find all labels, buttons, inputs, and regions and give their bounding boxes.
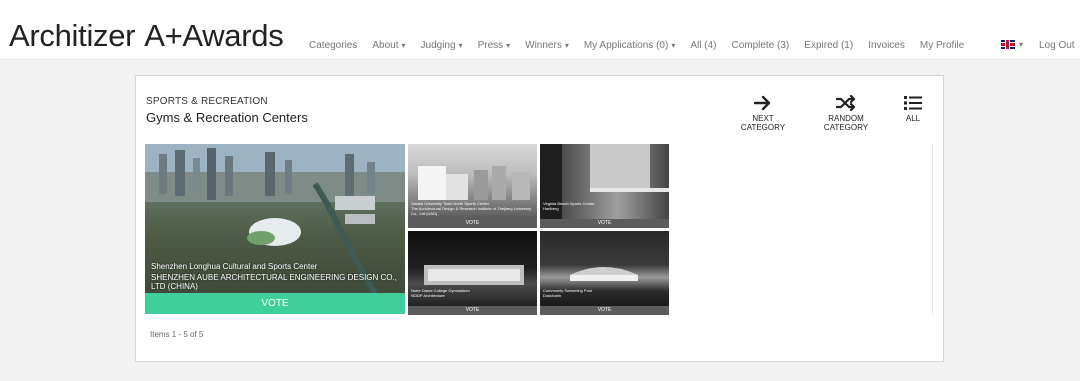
vote-button[interactable]: VOTE [540, 306, 669, 315]
vote-button[interactable]: VOTE [408, 219, 537, 228]
shuffle-icon [836, 95, 856, 111]
entry-firm: Dukubarin [543, 293, 562, 298]
nav-label: Complete (3) [731, 40, 790, 51]
entry-caption: Community Swimming Pool Dukubarin [543, 288, 592, 298]
chevron-down-icon: ▾ [401, 41, 406, 50]
entry-caption: Notre Dame College Gymnasium NODP Archit… [411, 288, 470, 298]
language-selector[interactable]: ▾ [1001, 40, 1023, 49]
entry-title: Shenzhen Longhua Cultural and Sports Cen… [151, 262, 318, 271]
chevron-down-icon: ▾ [506, 41, 511, 50]
arrow-right-icon [754, 95, 771, 111]
top-navigation-bar: Architizer A+Awards Categories About ▾ Jud… [0, 0, 1080, 60]
entry-caption: Virginia Beach Sports Center Hartberg [543, 201, 595, 211]
category-group: SPORTS & RECREATION [146, 96, 268, 107]
entry-firm: NODP Architecture [411, 293, 445, 298]
random-category-label: RANDOM CATEGORY [823, 114, 869, 132]
next-category-button[interactable]: NEXT CATEGORY [732, 95, 794, 132]
entries-grid: Shenzhen Longhua Cultural and Sports Cen… [145, 144, 933, 316]
nav-judging[interactable]: Judging ▾ [421, 40, 463, 52]
nav-label: Expired (1) [804, 40, 854, 51]
logo-awards: A+Awards [144, 18, 284, 53]
entry-card[interactable]: Xiaotai University Town North Sports Cen… [408, 144, 537, 228]
chevron-down-icon: ▾ [1019, 40, 1024, 49]
logo-wordmark: Architizer [9, 18, 136, 53]
entry-firm: The Architectural Design & Research Inst… [411, 206, 532, 216]
vote-button[interactable]: VOTE [540, 219, 669, 228]
random-category-button[interactable]: RANDOM CATEGORY [808, 95, 884, 132]
nav-winners[interactable]: Winners ▾ [525, 40, 569, 52]
nav-label: About [372, 40, 399, 51]
pagination-info: Items 1 - 5 of 5 [150, 330, 204, 339]
entry-caption: Shenzhen Longhua Cultural and Sports Cen… [151, 262, 405, 291]
nav-label: Winners [525, 40, 562, 51]
uk-flag-icon [1001, 40, 1015, 49]
vote-button[interactable]: VOTE [145, 293, 405, 314]
entry-card-featured[interactable]: Shenzhen Longhua Cultural and Sports Cen… [145, 144, 405, 314]
entry-card[interactable]: Community Swimming Pool Dukubarin VOTE [540, 231, 669, 315]
nav-label: Categories [309, 40, 358, 51]
nav-expired[interactable]: Expired (1) [804, 40, 853, 52]
vote-button[interactable]: VOTE [408, 306, 537, 315]
nav-label: Press [477, 40, 504, 51]
all-categories-button[interactable]: ALL [898, 95, 928, 123]
nav-invoices[interactable]: Invoices [868, 40, 905, 52]
category-title: Gyms & Recreation Centers [146, 110, 308, 125]
nav-press[interactable]: Press ▾ [478, 40, 511, 52]
main-nav: Categories About ▾ Judging ▾ Press ▾ Winner… [309, 40, 979, 52]
nav-label: My Profile [919, 40, 965, 51]
entry-card[interactable]: Virginia Beach Sports Center Hartberg VO… [540, 144, 669, 228]
nav-my-applications[interactable]: My Applications (0) ▾ [584, 40, 676, 52]
entry-caption: Xiaotai University Town North Sports Cen… [411, 201, 537, 216]
nav-complete[interactable]: Complete (3) [731, 40, 789, 52]
logout-link[interactable]: Log Out [1039, 40, 1075, 52]
nav-all[interactable]: All (4) [690, 40, 716, 52]
chevron-down-icon: ▾ [458, 41, 463, 50]
nav-label: Invoices [868, 40, 905, 51]
entry-card[interactable]: Notre Dame College Gymnasium NODP Archit… [408, 231, 537, 315]
nav-my-profile[interactable]: My Profile [920, 40, 964, 52]
chevron-down-icon: ▾ [671, 41, 676, 50]
chevron-down-icon: ▾ [564, 41, 569, 50]
nav-about[interactable]: About ▾ [372, 40, 405, 52]
entry-firm: SHENZHEN AUBE ARCHITECTURAL ENGINEERING … [151, 273, 397, 291]
nav-label: All (4) [690, 40, 717, 51]
all-categories-label: ALL [905, 114, 921, 123]
category-panel: SPORTS & RECREATION Gyms & Recreation Ce… [135, 75, 944, 362]
next-category-label: NEXT CATEGORY [740, 114, 786, 132]
nav-label: Judging [420, 40, 456, 51]
nav-categories[interactable]: Categories [309, 40, 357, 52]
entry-firm: Hartberg [543, 206, 559, 211]
nav-label: My Applications (0) [583, 40, 669, 51]
list-icon [904, 96, 922, 110]
architizer-logo[interactable]: Architizer A+Awards [9, 18, 284, 53]
